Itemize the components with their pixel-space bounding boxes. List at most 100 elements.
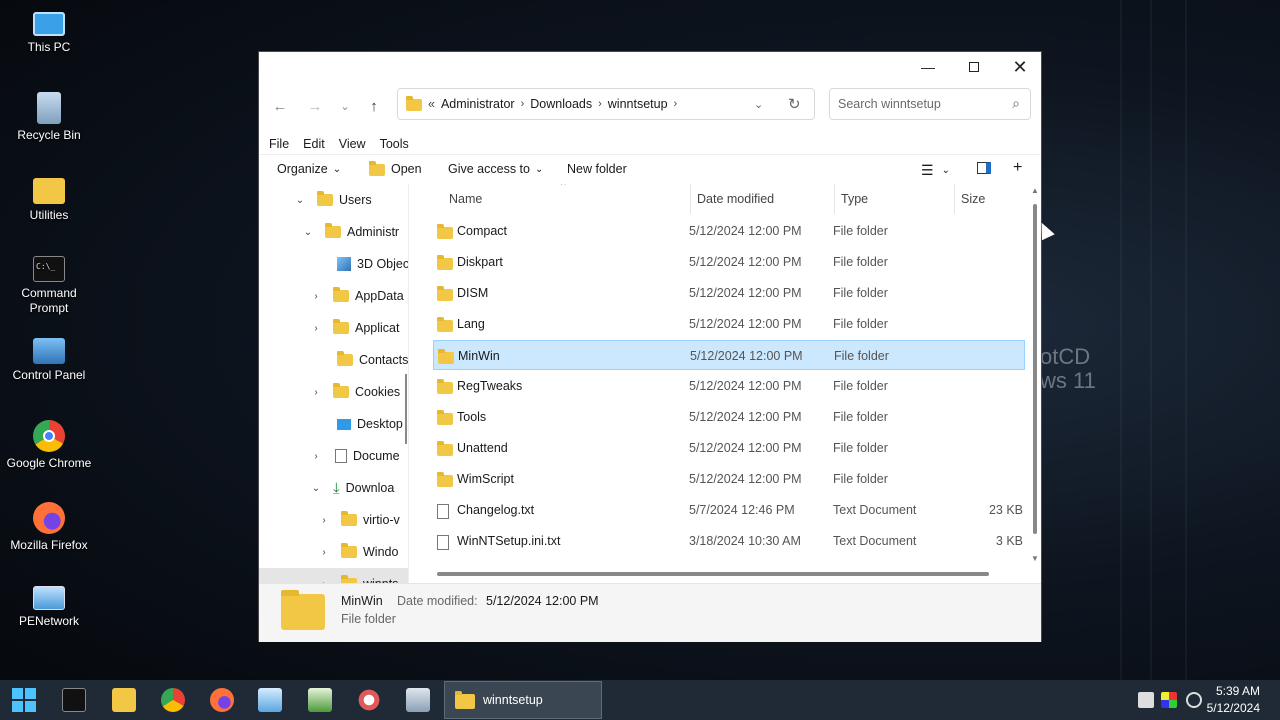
give-access-button[interactable]: Give access to ⌄ (448, 162, 543, 176)
address-bar[interactable]: « Administrator › Downloads › winntsetup… (397, 88, 815, 120)
tree-item-users[interactable]: ⌄ Users (293, 184, 372, 216)
chevron-right-icon[interactable]: › (309, 323, 323, 334)
file-list-horizontal-scrollbar[interactable] (437, 572, 989, 576)
paint-icon[interactable] (357, 688, 381, 712)
tree-item-cookies[interactable]: › Cookies (309, 376, 400, 408)
scrollbar-thumb[interactable] (1033, 204, 1037, 534)
file-row-partial[interactable] (433, 556, 1025, 566)
column-header-size[interactable]: Size (961, 184, 985, 214)
chevron-down-icon: ⌄ (941, 165, 950, 176)
file-row[interactable]: MinWin 5/12/2024 12:00 PM File folder (433, 340, 1025, 370)
tree-item-windows[interactable]: › Windo (317, 536, 398, 568)
file-row[interactable]: RegTweaks 5/12/2024 12:00 PM File folder (433, 371, 1025, 401)
minimize-button[interactable]: — (905, 52, 951, 82)
desktop-icon-google-chrome[interactable]: Google Chrome (4, 420, 94, 471)
open-button[interactable]: Open (369, 161, 422, 176)
breadcrumb-winntsetup[interactable]: winntsetup (608, 97, 668, 111)
details-pane: MinWin Date modified: 5/12/2024 12:00 PM… (259, 583, 1041, 642)
tree-item-appdata[interactable]: › AppData (309, 280, 404, 312)
notepad-icon[interactable] (258, 688, 282, 712)
tree-item-desktop[interactable]: Desktop (317, 408, 403, 440)
address-history-dropdown-icon[interactable]: ⌄ (754, 98, 763, 111)
breadcrumb-administrator[interactable]: Administrator (441, 97, 515, 111)
chevron-right-icon[interactable]: › (309, 387, 323, 398)
chevron-down-icon[interactable]: ⌄ (293, 195, 307, 206)
view-options-button[interactable]: ☰ ⌄ (921, 162, 950, 179)
menu-edit[interactable]: Edit (303, 137, 325, 151)
firefox-icon[interactable] (210, 688, 234, 712)
desktop-icon-this-pc[interactable]: This PC (4, 10, 94, 55)
taskbar-window-winntsetup[interactable]: winntsetup (444, 681, 602, 719)
back-button[interactable]: ← (268, 94, 292, 118)
menu-view[interactable]: View (339, 137, 366, 151)
menu-tools[interactable]: Tools (380, 137, 409, 151)
recent-locations-button[interactable]: ⌄ (333, 94, 357, 118)
file-row[interactable]: WinNTSetup.ini.txt 3/18/2024 10:30 AM Text… (433, 526, 1025, 556)
column-header-date-modified[interactable]: Date modified (697, 184, 774, 214)
close-button[interactable]: ✕ (997, 52, 1043, 82)
address-overflow[interactable]: « (428, 97, 435, 111)
tree-item-downloads[interactable]: ⌄ ⤓ Downloa (309, 472, 394, 504)
scroll-down-icon[interactable]: ▼ (1031, 554, 1039, 563)
calculator-icon[interactable] (406, 688, 430, 712)
chrome-icon[interactable] (161, 688, 185, 712)
breadcrumb-separator-icon[interactable]: › (674, 98, 678, 110)
column-header-type[interactable]: Type (841, 184, 868, 214)
chevron-right-icon[interactable]: › (309, 291, 323, 302)
file-row[interactable]: Changelog.txt 5/7/2024 12:46 PM Text Docum… (433, 495, 1025, 525)
new-folder-button[interactable]: New folder (567, 162, 627, 176)
desktop-icon-recycle-bin[interactable]: Recycle Bin (4, 92, 94, 143)
desktop-icon-penetwork[interactable]: PENetwork (4, 584, 94, 629)
chevron-down-icon[interactable]: ⌄ (309, 483, 323, 494)
file-row[interactable]: Tools 5/12/2024 12:00 PM File folder (433, 402, 1025, 432)
file-row[interactable]: Diskpart 5/12/2024 12:00 PM File folder (433, 247, 1025, 277)
add-button[interactable]: + (1013, 159, 1022, 177)
forward-button[interactable]: → (303, 94, 327, 118)
terminal-icon[interactable] (62, 688, 86, 712)
tree-item-application-data[interactable]: › Applicat (309, 312, 399, 344)
organize-button[interactable]: Organize ⌄ (277, 162, 341, 176)
desktop-icon-control-panel[interactable]: Control Panel (4, 338, 94, 383)
desktop-icon-utilities[interactable]: Utilities (4, 174, 94, 223)
chevron-right-icon[interactable]: › (309, 451, 323, 462)
system-clock[interactable]: 5:39 AM 5/12/2024 (1207, 683, 1260, 717)
column-header-name[interactable]: Name (449, 184, 482, 214)
chevron-right-icon[interactable]: › (317, 515, 331, 526)
file-row[interactable]: WimScript 5/12/2024 12:00 PM File folder (433, 464, 1025, 494)
menu-file[interactable]: File (269, 137, 289, 151)
search-input[interactable]: Search winntsetup (838, 97, 941, 111)
tree-item-winntsetup[interactable]: › winnts (259, 568, 408, 584)
file-list-vertical-scrollbar[interactable]: ▲ ▼ (1031, 186, 1039, 566)
search-box[interactable]: Search winntsetup ⌕ (829, 88, 1031, 120)
breadcrumb-separator-icon[interactable]: › (598, 98, 602, 110)
file-name: WinNTSetup.ini.txt (457, 534, 561, 548)
tree-item-virtio[interactable]: › virtio-v (317, 504, 400, 536)
spreadsheet-icon[interactable] (308, 688, 332, 712)
status-tray-icon[interactable] (1186, 692, 1202, 708)
file-row[interactable]: DISM 5/12/2024 12:00 PM File folder (433, 278, 1025, 308)
desktop-icon-command-prompt[interactable]: C:\_ Command Prompt (4, 256, 94, 316)
start-button[interactable] (12, 688, 36, 712)
nav-pane-scrollbar[interactable] (405, 374, 407, 444)
color-tray-icon[interactable] (1161, 692, 1177, 708)
refresh-icon[interactable]: ↻ (788, 95, 801, 113)
desktop-icon-mozilla-firefox[interactable]: Mozilla Firefox (4, 502, 94, 553)
file-explorer-icon[interactable] (112, 688, 136, 712)
chevron-right-icon[interactable]: › (317, 547, 331, 558)
tree-item-3d-objects[interactable]: 3D Objec (317, 248, 408, 280)
file-row[interactable]: Compact 5/12/2024 12:00 PM File folder (433, 216, 1025, 246)
tree-item-contacts[interactable]: Contacts (317, 344, 408, 376)
breadcrumb-downloads[interactable]: Downloads (530, 97, 592, 111)
network-tray-icon[interactable] (1138, 692, 1154, 708)
chevron-down-icon[interactable]: ⌄ (301, 227, 315, 238)
scroll-up-icon[interactable]: ▲ (1031, 186, 1039, 195)
up-button[interactable]: ↑ (362, 94, 386, 118)
tree-item-administrator[interactable]: ⌄ Administr (301, 216, 399, 248)
breadcrumb-separator-icon[interactable]: › (521, 98, 525, 110)
file-row[interactable]: Lang 5/12/2024 12:00 PM File folder (433, 309, 1025, 339)
preview-pane-button[interactable] (977, 162, 991, 174)
file-row[interactable]: Unattend 5/12/2024 12:00 PM File folder (433, 433, 1025, 463)
file-date-modified: 5/12/2024 12:00 PM (689, 286, 802, 300)
maximize-button[interactable] (951, 52, 997, 82)
tree-item-documents[interactable]: › Docume (309, 440, 400, 472)
